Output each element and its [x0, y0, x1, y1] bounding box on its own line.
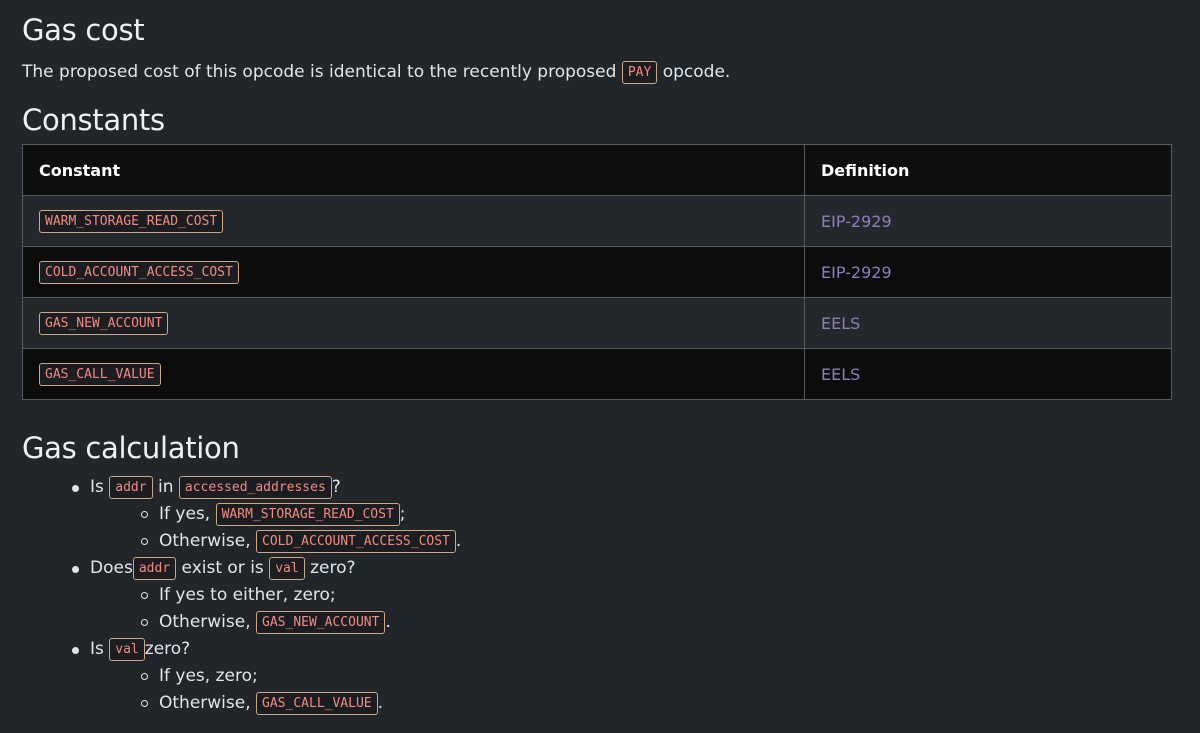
list-text: Otherwise, — [159, 693, 251, 713]
intro-text-after: opcode. — [662, 62, 731, 82]
list-text: Is — [90, 639, 104, 659]
sub-list-item: If yes to either, zero; — [22, 582, 461, 609]
list-text: zero? — [310, 558, 356, 578]
list-text: exist or is — [181, 558, 264, 578]
circle-bullet-icon — [141, 511, 148, 518]
circle-bullet-icon — [141, 700, 148, 707]
definition-link[interactable]: EELS — [804, 297, 1172, 349]
bullet-icon — [72, 647, 79, 654]
definition-link[interactable]: EIP-2929 — [804, 195, 1172, 247]
sub-list: If yes to either, zero; Otherwise, GAS_N… — [90, 582, 461, 636]
sub-list-item: Otherwise, GAS_CALL_VALUE. — [22, 690, 461, 717]
list-text: If yes, — [159, 504, 211, 524]
circle-bullet-icon — [141, 619, 148, 626]
constants-heading: Constants — [22, 103, 165, 137]
list-text: Is — [90, 477, 104, 497]
sub-list: If yes, zero; Otherwise, GAS_CALL_VALUE. — [90, 663, 461, 717]
list-text: Otherwise, — [159, 612, 251, 632]
warm-storage-read-cost-code: WARM_STORAGE_READ_COST — [215, 503, 400, 526]
intro-text-before: The proposed cost of this opcode is iden… — [22, 62, 617, 82]
constant-cell: COLD_ACCOUNT_ACCESS_COST — [22, 246, 805, 298]
sub-list-item: If yes, zero; — [22, 663, 461, 690]
constants-table: Constant Definition WARM_STORAGE_READ_CO… — [22, 144, 1172, 400]
gas-calculation-list: Is addr in accessed_addresses? If yes, W… — [22, 474, 461, 717]
constant-code: GAS_NEW_ACCOUNT — [39, 311, 169, 335]
bullet-icon — [72, 566, 79, 573]
sub-list-item: Otherwise, COLD_ACCOUNT_ACCESS_COST. — [22, 528, 461, 555]
list-text: . — [377, 693, 384, 713]
list-item: Is addr in accessed_addresses? If yes, W… — [22, 474, 461, 555]
column-header-definition: Definition — [804, 144, 1172, 196]
table-row: GAS_CALL_VALUE EELS — [22, 348, 1172, 400]
list-text: in — [158, 477, 174, 497]
list-text: ; — [399, 504, 406, 524]
column-header-constant: Constant — [22, 144, 805, 196]
list-text: Otherwise, — [159, 531, 251, 551]
constant-cell: WARM_STORAGE_READ_COST — [22, 195, 805, 247]
table-row: GAS_NEW_ACCOUNT EELS — [22, 297, 1172, 349]
pay-code: PAY — [621, 61, 658, 84]
list-text: . — [455, 531, 462, 551]
constant-cell: GAS_CALL_VALUE — [22, 348, 805, 400]
accessed-addresses-code: accessed_addresses — [178, 476, 332, 499]
list-text: ? — [331, 477, 341, 497]
gas-cost-heading: Gas cost — [22, 13, 145, 47]
circle-bullet-icon — [141, 538, 148, 545]
table-row: WARM_STORAGE_READ_COST EIP-2929 — [22, 195, 1172, 247]
constant-code: WARM_STORAGE_READ_COST — [39, 209, 224, 233]
cold-account-access-cost-code: COLD_ACCOUNT_ACCESS_COST — [256, 530, 456, 553]
sub-list-item: Otherwise, GAS_NEW_ACCOUNT. — [22, 609, 461, 636]
gas-call-value-code: GAS_CALL_VALUE — [256, 692, 378, 715]
circle-bullet-icon — [141, 592, 148, 599]
constant-code: COLD_ACCOUNT_ACCESS_COST — [39, 260, 239, 284]
list-text: zero? — [144, 639, 191, 659]
table-header-row: Constant Definition — [22, 144, 1172, 196]
circle-bullet-icon — [141, 673, 148, 680]
val-code: val — [269, 557, 305, 580]
sub-list-item: If yes, WARM_STORAGE_READ_COST; — [22, 501, 461, 528]
constant-code: GAS_CALL_VALUE — [39, 362, 161, 386]
list-text: If yes to either, zero; — [159, 585, 336, 605]
list-item: Is val zero? If yes, zero; Otherwise, GAS… — [22, 636, 461, 717]
gas-calculation-heading: Gas calculation — [22, 431, 240, 465]
gas-new-account-code: GAS_NEW_ACCOUNT — [256, 611, 386, 634]
addr-code: addr — [109, 476, 153, 499]
addr-code: addr — [132, 557, 177, 580]
constant-cell: GAS_NEW_ACCOUNT — [22, 297, 805, 349]
list-text: Does — [90, 558, 133, 578]
intro-paragraph: The proposed cost of this opcode is iden… — [22, 60, 730, 84]
table-row: COLD_ACCOUNT_ACCESS_COST EIP-2929 — [22, 246, 1172, 298]
list-item: Does addr exist or is val zero? If yes to… — [22, 555, 461, 636]
definition-link[interactable]: EIP-2929 — [804, 246, 1172, 298]
val-code: val — [109, 638, 145, 661]
list-text: If yes, zero; — [159, 666, 258, 686]
list-text: . — [385, 612, 391, 632]
definition-link[interactable]: EELS — [804, 348, 1172, 400]
bullet-icon — [72, 485, 79, 492]
sub-list: If yes, WARM_STORAGE_READ_COST; Otherwis… — [90, 501, 461, 555]
